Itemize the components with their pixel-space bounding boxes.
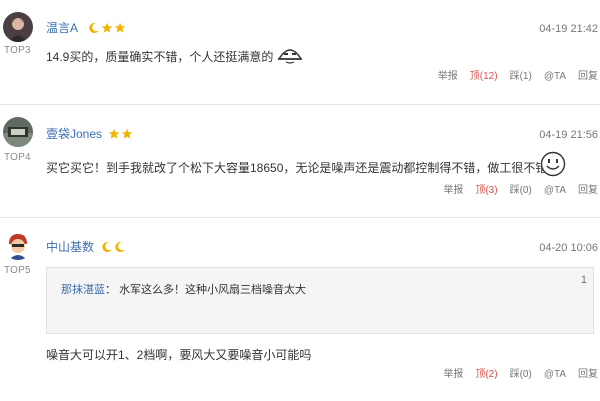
comment-text: 噪音大可以开1、2档啊，要风大又要噪音小可能吗 — [46, 347, 311, 363]
comment-item: TOP4 壹袋Jones 04-19 21:56 买它买它！到手我就改了个松下大… — [0, 105, 600, 217]
report-link[interactable]: 举报 — [443, 185, 463, 197]
reply-link[interactable]: 回复 — [578, 185, 598, 197]
rank-label: TOP4 — [4, 152, 31, 163]
star-icon — [101, 22, 113, 33]
rank-label: TOP5 — [4, 265, 31, 276]
comment-body: 买它买它！到手我就改了个松下大容量18650，无论是噪声还是震动都控制得不错，做… — [46, 161, 548, 175]
upvote-link[interactable]: 顶(2) — [475, 369, 497, 381]
level-badges — [108, 128, 133, 140]
comment-time: 04-19 21:56 — [539, 129, 598, 141]
star-icon — [121, 128, 133, 139]
avatar[interactable] — [3, 117, 33, 147]
floor-number: 1 — [580, 274, 587, 286]
rank-label: TOP3 — [4, 45, 31, 56]
moon-icon — [115, 241, 125, 252]
quoted-comment: 那抹湛蓝： 水军这么多！这种小风扇三档噪音太大 1 — [46, 267, 594, 334]
moon-icon — [89, 22, 99, 33]
downvote-link[interactable]: 踩(0) — [510, 369, 532, 381]
comment-actions: 举报 顶(3) 踩(0) @TA 回复 — [443, 185, 598, 197]
avatar[interactable] — [3, 230, 33, 260]
comment-body: 噪音大可以开1、2档啊，要风大又要噪音小可能吗 — [46, 348, 312, 362]
username[interactable]: 中山基数 — [46, 240, 94, 254]
comment-actions: 举报 顶(2) 踩(0) @TA 回复 — [443, 369, 598, 381]
quote-line: 那抹湛蓝： 水军这么多！这种小风扇三档噪音太大 — [61, 283, 306, 297]
avatar[interactable] — [3, 12, 33, 42]
reply-link[interactable]: 回复 — [578, 369, 598, 381]
smug-face-icon — [277, 47, 303, 69]
comment-item: TOP5 中山基数 04-20 10:06 那抹湛蓝： 水军这么多！这种小风扇三… — [0, 218, 600, 401]
mention-link[interactable]: @TA — [544, 185, 566, 197]
comment-time: 04-20 10:06 — [539, 242, 598, 254]
comment-time: 04-19 21:42 — [539, 23, 598, 35]
quote-separator: ： — [105, 284, 116, 296]
reply-link[interactable]: 回复 — [578, 71, 598, 83]
quoted-text: 水军这么多！这种小风扇三档噪音太大 — [119, 284, 307, 296]
username[interactable]: 壹袋Jones — [46, 127, 102, 141]
report-link[interactable]: 举报 — [438, 71, 458, 83]
quoted-username[interactable]: 那抹湛蓝 — [61, 284, 105, 296]
comment-text: 买它买它！到手我就改了个松下大容量18650，无论是噪声还是震动都控制得不错，做… — [46, 160, 547, 176]
comment-actions: 举报 顶(12) 踩(1) @TA 回复 — [438, 71, 598, 83]
star-icon — [108, 128, 120, 139]
upvote-link[interactable]: 顶(12) — [470, 71, 498, 83]
level-badges — [101, 241, 126, 253]
comment-text: 14.9买的，质量确实不错，个人还挺满意的 — [46, 47, 303, 69]
mention-link[interactable]: @TA — [544, 71, 566, 83]
report-link[interactable]: 举报 — [443, 369, 463, 381]
downvote-link[interactable]: 踩(0) — [510, 185, 532, 197]
comment-item: TOP3 温言A 04-19 21:42 14.9买的，质量确实不错，个人还挺满… — [0, 0, 600, 104]
star-icon — [114, 22, 126, 33]
comment-body: 14.9买的，质量确实不错，个人还挺满意的 — [46, 50, 274, 65]
mention-link[interactable]: @TA — [544, 369, 566, 381]
level-badges — [88, 22, 126, 34]
downvote-link[interactable]: 踩(1) — [510, 71, 532, 83]
smile-face-icon — [540, 151, 566, 182]
moon-icon — [102, 241, 112, 252]
username[interactable]: 温言A — [46, 21, 78, 35]
upvote-link[interactable]: 顶(3) — [475, 185, 497, 197]
